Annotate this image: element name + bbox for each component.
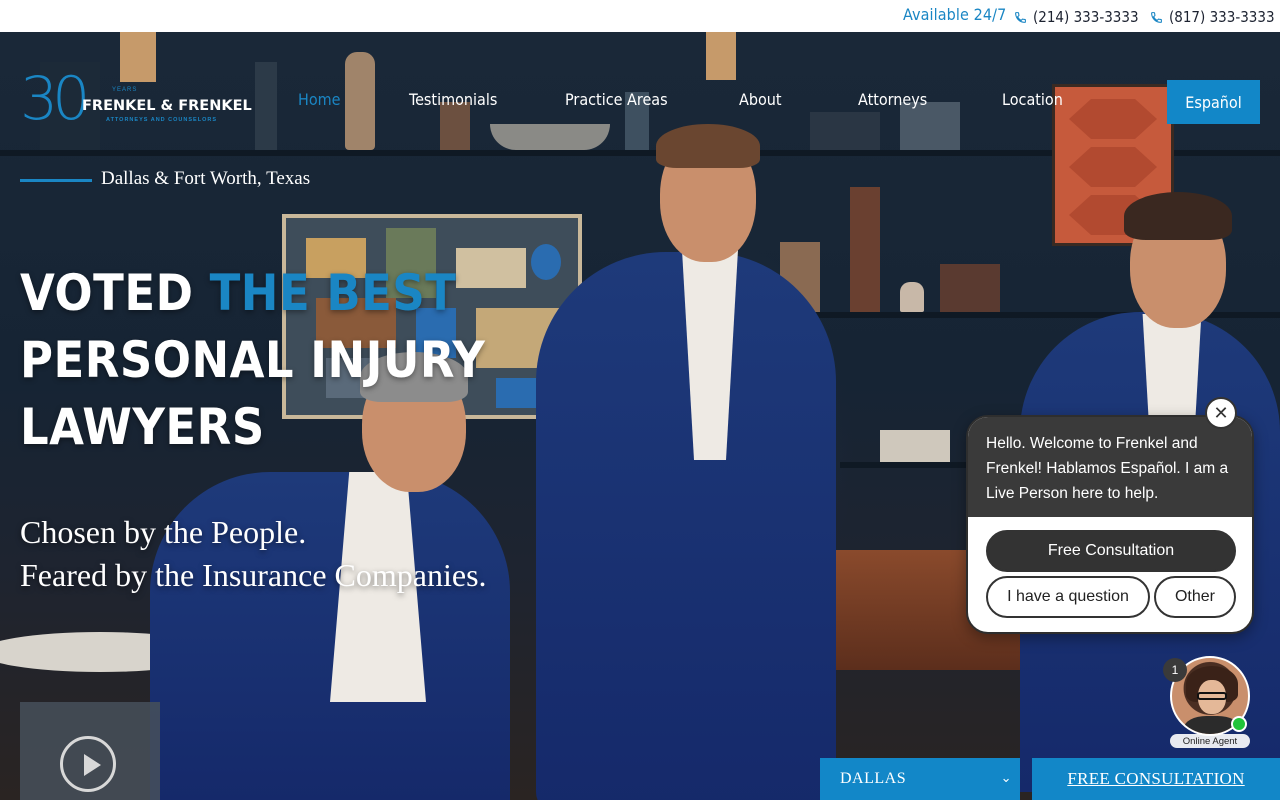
nav-testimonials[interactable]: Testimonials — [409, 90, 497, 109]
chevron-down-icon: ⌄ — [1000, 770, 1012, 785]
logo-years: YEARS — [112, 87, 138, 93]
city-select[interactable]: DALLAS ⌄ — [820, 758, 1020, 800]
location-text: Dallas & Fort Worth, Texas — [101, 168, 311, 189]
chat-question-button[interactable]: I have a question — [986, 576, 1150, 618]
availability-text: Available 24/7 — [903, 5, 1007, 24]
chat-free-consultation-button[interactable]: Free Consultation — [986, 530, 1236, 572]
chat-widget: Hello. Welcome to Frenkel and Frenkel! H… — [966, 415, 1254, 634]
nav-about[interactable]: About — [739, 90, 782, 109]
top-bar: Available 24/7 (214) 333-3333 (817) 333-… — [0, 0, 1280, 32]
nav-attorneys[interactable]: Attorneys — [858, 90, 927, 109]
logo-30-years-mark: 30 — [20, 64, 90, 134]
chat-greeting: Hello. Welcome to Frenkel and Frenkel! H… — [968, 417, 1252, 517]
phone-number: (817) 333-3333 — [1169, 8, 1275, 26]
tagline-people: Chosen by the People. — [20, 514, 307, 550]
nav-home[interactable]: Home — [298, 90, 341, 109]
hero-headline: VOTED THE BEST PERSONAL INJURY LAWYERS — [20, 260, 485, 461]
phone-number: (214) 333-3333 — [1033, 8, 1139, 26]
headline-the-best: THE BEST — [209, 264, 457, 322]
nav-location[interactable]: Location — [1002, 90, 1063, 109]
headline-voted: VOTED — [20, 264, 210, 322]
headline-personal-injury: PERSONAL INJURY — [20, 331, 486, 389]
espanol-button[interactable]: Español — [1167, 80, 1260, 124]
close-icon[interactable]: ✕ — [1205, 397, 1237, 429]
firm-logo[interactable]: 30 YEARS FRENKEL & FRENKEL ATTORNEYS AND… — [20, 64, 252, 134]
phone-icon — [1151, 11, 1162, 23]
phone-icon — [1015, 11, 1026, 23]
location-divider — [20, 179, 92, 182]
tagline-insurance: Feared by the Insurance Companies. — [20, 557, 487, 593]
online-status-dot — [1231, 716, 1247, 732]
video-thumbnail[interactable] — [20, 702, 160, 800]
play-icon[interactable] — [60, 736, 116, 792]
phone-link-dallas[interactable]: (214) 333-3333 — [1014, 8, 1139, 26]
chat-other-button[interactable]: Other — [1154, 576, 1236, 618]
agent-label: Online Agent — [1170, 734, 1250, 748]
city-select-value: DALLAS — [840, 770, 907, 787]
logo-firm-name: FRENKEL & FRENKEL — [82, 98, 252, 114]
free-consultation-link[interactable]: FREE CONSULTATION — [1032, 758, 1280, 800]
nav-practice-areas[interactable]: Practice Areas — [565, 90, 668, 109]
logo-subtitle: ATTORNEYS AND COUNSELORS — [106, 117, 217, 123]
headline-lawyers: LAWYERS — [20, 398, 265, 456]
notification-count-badge: 1 — [1163, 658, 1187, 682]
phone-link-fortworth[interactable]: (817) 333-3333 — [1150, 8, 1275, 26]
